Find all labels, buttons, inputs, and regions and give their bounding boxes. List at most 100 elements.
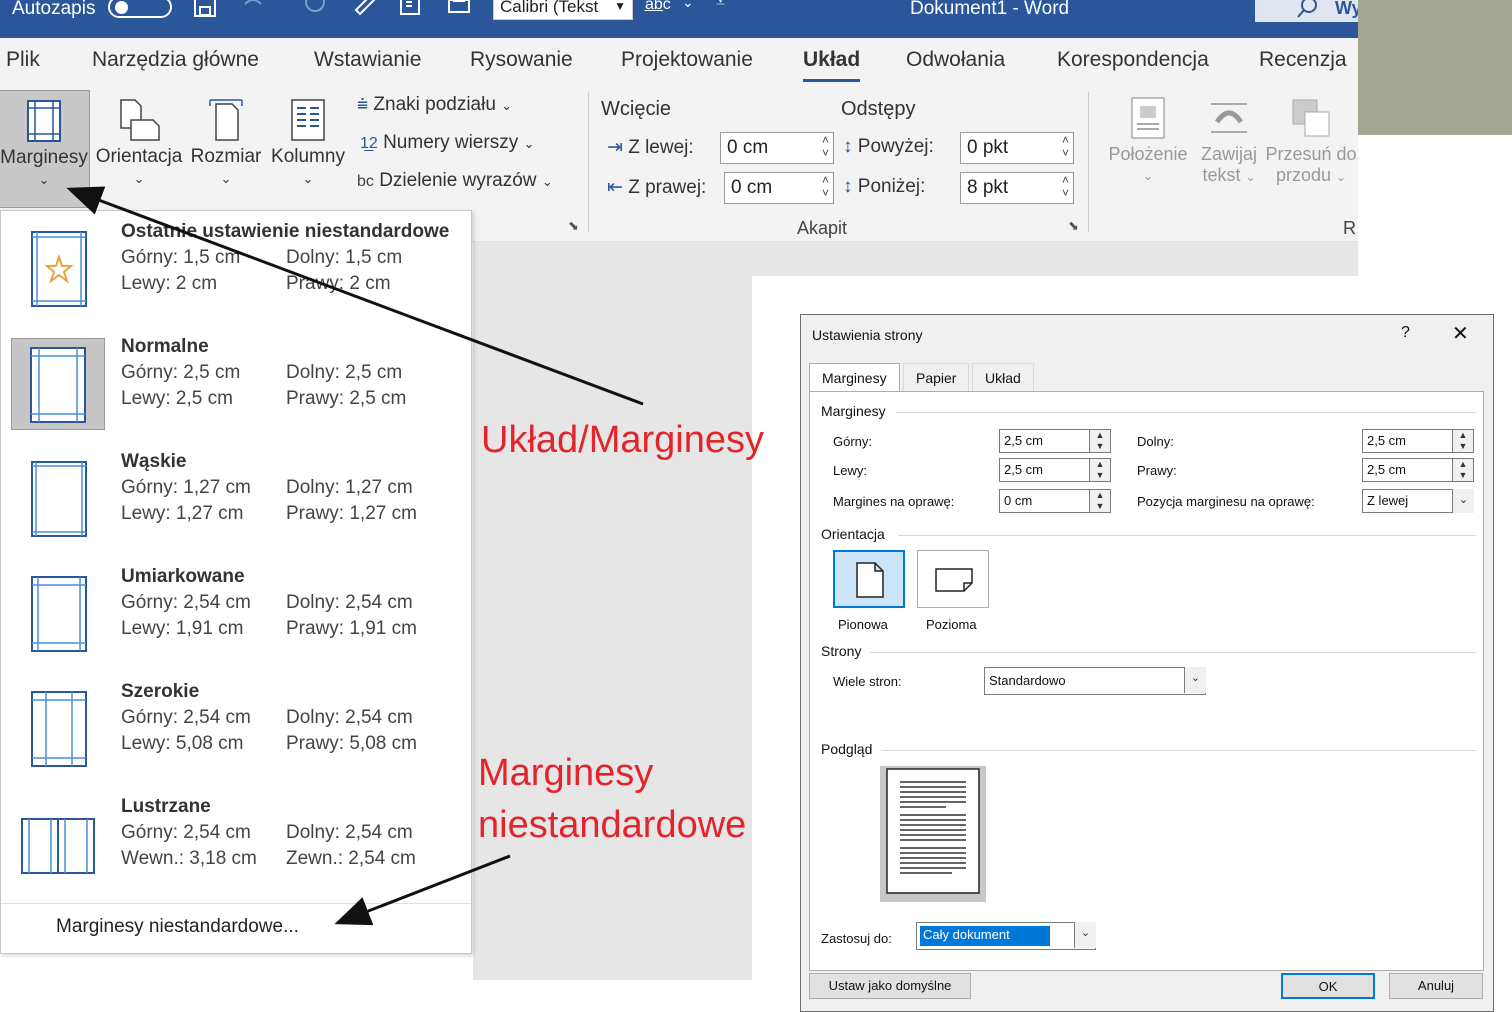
wrap-text-label-1: Zawijaj bbox=[1200, 144, 1257, 164]
line-numbers-button[interactable]: 1̲2 Numery wierszy ⌄ bbox=[360, 132, 534, 154]
top-margin-input[interactable]: 2,5 cm ▲ ▼ bbox=[999, 429, 1111, 453]
bottom-margin-input[interactable]: 2,5 cm ▲ ▼ bbox=[1362, 429, 1474, 453]
chevron-down-icon[interactable]: ⌄ bbox=[1452, 489, 1474, 513]
tab-layout[interactable]: Układ bbox=[803, 48, 861, 82]
edit-icon[interactable] bbox=[352, 0, 378, 18]
tab-layout[interactable]: Układ bbox=[972, 363, 1034, 391]
spin-arrows-icon[interactable]: ˄ ˅ bbox=[822, 134, 829, 160]
columns-label: Kolumny bbox=[271, 146, 345, 167]
spin-arrows-icon[interactable]: ▲ ▼ bbox=[1452, 429, 1474, 453]
bring-forward-button[interactable]: Przesuń do przodu ⌄ bbox=[1264, 92, 1358, 210]
portrait-button[interactable] bbox=[833, 550, 905, 608]
margin-value: Górny: 2,5 cm bbox=[121, 362, 241, 383]
close-icon[interactable]: ✕ bbox=[1452, 321, 1469, 346]
left-margin-input[interactable]: 2,5 cm ▲ ▼ bbox=[999, 458, 1111, 482]
wrap-text-button[interactable]: Zawijaj tekst ⌄ bbox=[1196, 92, 1262, 210]
tab-home[interactable]: Narzędzia główne bbox=[92, 48, 259, 72]
margin-value: Zewn.: 2,54 cm bbox=[286, 848, 416, 869]
tab-references[interactable]: Odwołania bbox=[906, 48, 1005, 72]
customize-toolbar-icon[interactable]: ⩡ bbox=[716, 0, 742, 18]
chevron-down-icon: ⌄ bbox=[541, 174, 553, 189]
chevron-down-icon[interactable]: ⌄ bbox=[1074, 922, 1096, 948]
apply-to-value: Cały dokument bbox=[920, 926, 1050, 946]
ok-button[interactable]: OK bbox=[1281, 973, 1375, 999]
search-icon bbox=[1297, 0, 1317, 18]
margin-option-last-custom[interactable]: Ostatnie ustawienie niestandardowe Górny… bbox=[1, 217, 471, 329]
size-button[interactable]: Rozmiar ⌄ bbox=[188, 90, 264, 208]
print-icon[interactable] bbox=[446, 0, 472, 18]
section-divider bbox=[870, 652, 1476, 653]
custom-margins-item[interactable]: Marginesy niestandardowe... bbox=[1, 903, 471, 953]
margin-value: Górny: 1,5 cm bbox=[121, 247, 241, 268]
read-mode-icon[interactable] bbox=[398, 0, 424, 18]
margin-option-moderate[interactable]: Umiarkowane Górny: 2,54 cm Dolny: 2,54 cm… bbox=[1, 562, 471, 674]
position-button[interactable]: Położenie ⌄ bbox=[1104, 92, 1192, 210]
help-icon[interactable]: ? bbox=[1401, 324, 1410, 342]
chevron-down-icon: ⌄ bbox=[38, 172, 50, 187]
tab-mailings[interactable]: Korespondencja bbox=[1057, 48, 1209, 72]
indent-header: Wcięcie bbox=[601, 98, 672, 120]
paragraph-launcher-icon[interactable]: ⬊ bbox=[1068, 218, 1079, 234]
margins-button[interactable]: Marginesy ⌄ bbox=[0, 90, 90, 208]
multiple-pages-select[interactable]: Standardowo ⌄ bbox=[984, 667, 1206, 695]
spin-arrows-icon[interactable]: ▲ ▼ bbox=[1089, 458, 1111, 482]
spacing-after-input[interactable]: 8 pkt ˄ ˅ bbox=[960, 172, 1074, 204]
orientation-button[interactable]: Orientacja ⌄ bbox=[93, 90, 185, 208]
chevron-down-icon[interactable]: ⌄ bbox=[682, 0, 708, 18]
save-icon[interactable] bbox=[192, 0, 218, 18]
left-margin-label: Lewy: bbox=[833, 463, 867, 478]
landscape-button[interactable] bbox=[917, 550, 989, 608]
redo-icon[interactable] bbox=[302, 0, 328, 18]
cancel-button[interactable]: Anuluj bbox=[1389, 973, 1483, 999]
spin-arrows-icon[interactable]: ˄ ˅ bbox=[822, 174, 829, 200]
tab-file[interactable]: Plik bbox=[6, 48, 40, 72]
set-as-default-button[interactable]: Ustaw jako domyślne bbox=[809, 973, 971, 999]
columns-button[interactable]: Kolumny ⌄ bbox=[266, 90, 350, 208]
margin-value: Dolny: 2,54 cm bbox=[286, 707, 413, 728]
indent-right-value: 0 cm bbox=[731, 177, 773, 198]
right-margin-input[interactable]: 2,5 cm ▲ ▼ bbox=[1362, 458, 1474, 482]
font-name-box[interactable]: Calibri (Tekst ▼ bbox=[493, 0, 633, 20]
page-setup-launcher-icon[interactable]: ⬊ bbox=[568, 218, 579, 234]
preview-section-title: Podgląd bbox=[821, 741, 873, 757]
spacing-after-icon: ↕ bbox=[843, 176, 853, 197]
gutter-input[interactable]: 0 cm ▲ ▼ bbox=[999, 489, 1111, 513]
change-case-icon[interactable]: a̲b̲c bbox=[645, 0, 671, 20]
spacing-before-input[interactable]: 0 pkt ˄ ˅ bbox=[960, 132, 1074, 164]
indent-right-input[interactable]: 0 cm ˄ ˅ bbox=[724, 172, 834, 204]
autosave-toggle[interactable] bbox=[108, 0, 172, 18]
spacing-after-text: Poniżej: bbox=[857, 176, 926, 197]
right-margin-value: 2,5 cm bbox=[1367, 462, 1407, 477]
tab-draw[interactable]: Rysowanie bbox=[470, 48, 573, 72]
tab-design[interactable]: Projektowanie bbox=[621, 48, 753, 72]
spin-arrows-icon[interactable]: ▲ ▼ bbox=[1089, 429, 1111, 453]
dialog-panel: Marginesy Górny: 2,5 cm ▲ ▼ Dolny: 2,5 cm… bbox=[809, 391, 1484, 971]
hyphenation-button[interactable]: bc Dzielenie wyrazów ⌄ bbox=[357, 170, 553, 192]
search-box[interactable]: Wy bbox=[1255, 0, 1362, 22]
margin-option-normal[interactable]: Normalne Górny: 2,5 cm Dolny: 2,5 cm Lewy… bbox=[1, 332, 471, 444]
margin-option-wide[interactable]: Szerokie Górny: 2,54 cm Dolny: 2,54 cm Le… bbox=[1, 677, 471, 789]
apply-to-select[interactable]: Cały dokument ⌄ bbox=[916, 922, 1096, 950]
page-icon bbox=[31, 461, 87, 537]
spin-arrows-icon[interactable]: ˄ ˅ bbox=[1062, 174, 1069, 200]
annotation-layout-margins: Układ/Marginesy bbox=[481, 419, 764, 461]
chevron-down-icon[interactable]: ⌄ bbox=[1184, 667, 1206, 693]
tab-insert[interactable]: Wstawianie bbox=[314, 48, 421, 72]
chevron-down-icon: ⌄ bbox=[1142, 168, 1154, 183]
margins-label: Marginesy bbox=[0, 147, 88, 168]
tab-paper[interactable]: Papier bbox=[903, 363, 970, 391]
tab-review[interactable]: Recenzja bbox=[1259, 48, 1347, 72]
custom-margins-label: Marginesy niestandardowe... bbox=[56, 916, 299, 937]
tab-margins[interactable]: Marginesy bbox=[809, 363, 900, 393]
gutter-position-select[interactable]: Z lewej ⌄ bbox=[1362, 489, 1474, 513]
spin-arrows-icon[interactable]: ▲ ▼ bbox=[1089, 489, 1111, 513]
indent-left-input[interactable]: 0 cm ˄ ˅ bbox=[720, 132, 834, 164]
margin-option-narrow[interactable]: Wąskie Górny: 1,27 cm Dolny: 1,27 cm Lewy… bbox=[1, 447, 471, 559]
spin-arrows-icon[interactable]: ▲ ▼ bbox=[1452, 458, 1474, 482]
breaks-button[interactable]: ⩧ Znaki podziału ⌄ bbox=[357, 94, 512, 116]
undo-icon[interactable] bbox=[240, 0, 266, 18]
margin-option-mirrored[interactable]: Lustrzane Górny: 2,54 cm Dolny: 2,54 cm W… bbox=[1, 792, 471, 904]
section-divider bbox=[898, 535, 1476, 536]
spin-arrows-icon[interactable]: ˄ ˅ bbox=[1062, 134, 1069, 160]
margin-value: Prawy: 1,91 cm bbox=[286, 618, 417, 639]
